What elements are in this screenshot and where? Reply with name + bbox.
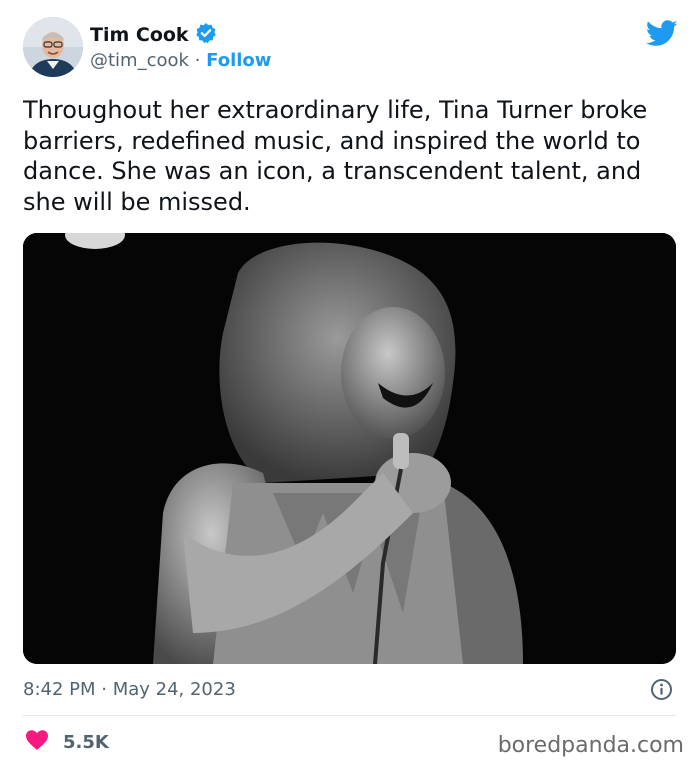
like-count: 5.5K [63, 731, 109, 753]
handle-separator: · [194, 50, 201, 71]
follow-button[interactable]: Follow [206, 50, 271, 71]
divider [23, 715, 676, 716]
verified-badge-icon [195, 22, 217, 48]
heart-icon [25, 729, 49, 755]
tweet-photo[interactable] [23, 233, 676, 664]
author-name-row: Tim Cook [90, 22, 217, 48]
author-name[interactable]: Tim Cook [90, 24, 189, 46]
tweet-text: Throughout her extraordinary life, Tina … [23, 96, 648, 216]
tweet-timestamp[interactable]: 8:42 PM · May 24, 2023 [23, 679, 236, 700]
like-button[interactable]: 5.5K [25, 729, 109, 755]
tweet-card: Tim Cook @tim_cook · Follow Throughout h… [0, 0, 700, 768]
twitter-bird-icon[interactable] [645, 20, 678, 47]
info-icon[interactable] [650, 678, 673, 701]
author-handle[interactable]: @tim_cook [90, 50, 189, 71]
author-avatar[interactable] [23, 17, 83, 77]
author-handle-row: @tim_cook · Follow [90, 50, 271, 71]
watermark: boredpanda.com [497, 733, 684, 758]
